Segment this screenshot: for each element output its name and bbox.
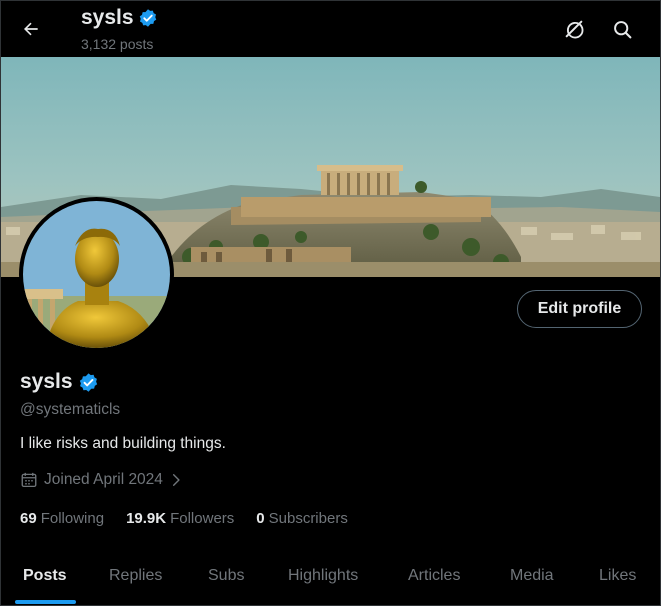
verified-badge-icon: [139, 9, 156, 27]
top-bar: sysls 3,132 posts: [1, 1, 660, 57]
avatar-image: [23, 201, 170, 348]
profile-name-row: sysls: [20, 370, 99, 394]
tab-likes[interactable]: Likes: [599, 547, 636, 605]
grok-button[interactable]: [558, 13, 590, 45]
joined-date[interactable]: Joined April 2024: [20, 471, 183, 489]
followers-stat[interactable]: 19.9K Followers: [126, 510, 234, 527]
profile-name: sysls: [20, 370, 73, 393]
following-count: 69: [20, 510, 37, 527]
profile-stats: 69 Following 19.9K Followers 0 Subscribers: [20, 510, 348, 527]
calendar-icon: [21, 472, 37, 488]
tab-posts[interactable]: Posts: [23, 547, 67, 605]
arrow-left-icon: [24, 22, 38, 36]
subscribers-label: Subscribers: [268, 510, 348, 527]
search-icon: [613, 20, 631, 38]
profile-bio: I like risks and building things.: [20, 435, 226, 452]
profile-tabs: Posts Replies Subs Highlights Articles M…: [1, 547, 660, 605]
profile-page: sysls 3,132 posts Edit profile sysls @sy…: [0, 0, 661, 606]
post-count: 3,132 posts: [81, 36, 154, 52]
joined-text: Joined April 2024: [44, 471, 163, 488]
chevron-right-icon: [172, 474, 180, 486]
tab-replies[interactable]: Replies: [109, 547, 162, 605]
active-tab-indicator: [15, 600, 76, 604]
verified-badge-icon[interactable]: [78, 372, 99, 393]
subscribers-count: 0: [256, 510, 265, 527]
tab-media[interactable]: Media: [510, 547, 554, 605]
profile-avatar[interactable]: [19, 197, 174, 352]
tab-subs[interactable]: Subs: [208, 547, 244, 605]
profile-handle: @systematicls: [20, 401, 121, 418]
edit-profile-button[interactable]: Edit profile: [517, 290, 642, 328]
following-stat[interactable]: 69 Following: [20, 510, 104, 527]
tab-highlights[interactable]: Highlights: [288, 547, 358, 605]
subscribers-stat[interactable]: 0 Subscribers: [256, 510, 348, 527]
grok-icon: [565, 20, 584, 39]
search-button[interactable]: [606, 13, 638, 45]
followers-label: Followers: [170, 510, 235, 527]
followers-count: 19.9K: [126, 510, 167, 527]
header-title: sysls: [81, 6, 158, 30]
back-button[interactable]: [15, 13, 47, 45]
header-name: sysls: [81, 6, 134, 29]
following-label: Following: [40, 510, 105, 527]
tab-articles[interactable]: Articles: [408, 547, 460, 605]
